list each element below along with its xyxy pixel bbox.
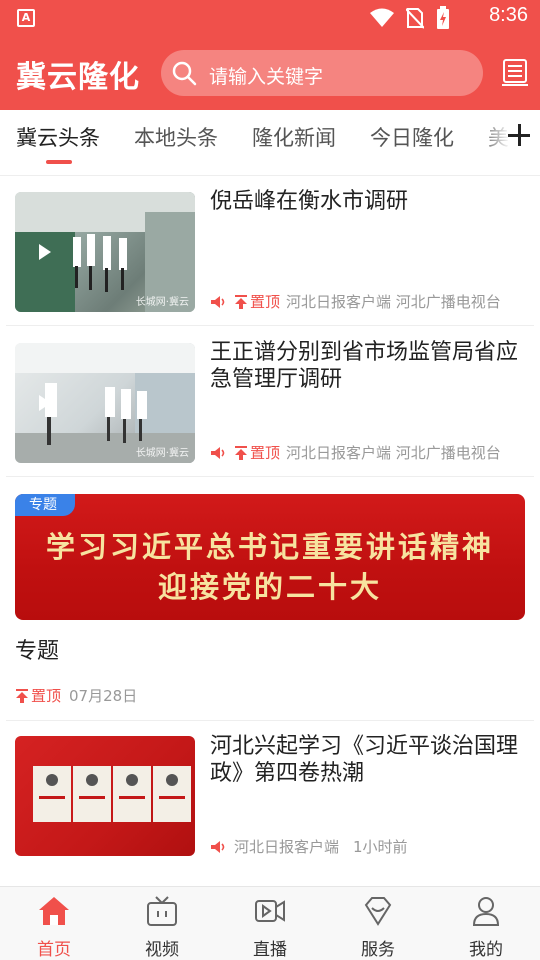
news-thumbnail: 长城网·冀云 — [15, 192, 195, 312]
tab-longhua-news[interactable]: 隆化新闻 — [252, 122, 336, 152]
play-icon — [39, 395, 51, 411]
pin-arrow-icon — [235, 445, 247, 460]
app-logo: 冀云隆化 — [16, 60, 140, 95]
play-icon — [39, 244, 51, 260]
topic-title[interactable]: 专题 — [15, 633, 59, 665]
news-meta: 置顶 河北日报客户端 河北广播电视台 — [210, 442, 501, 463]
nav-service[interactable]: 服务 — [324, 887, 432, 960]
nav-live[interactable]: 直播 — [216, 887, 324, 960]
news-meta: 置顶 河北日报客户端 河北广播电视台 — [210, 291, 501, 312]
search-placeholder: 请输入关键字 — [209, 66, 324, 88]
speaker-icon — [211, 840, 225, 853]
news-item[interactable]: 长城网·冀云 倪岳峰在衡水市调研 置顶 河北日报客户端 河北广播电视台 — [6, 176, 534, 326]
app-header: 冀云隆化 请输入关键字 — [0, 40, 540, 108]
thumbnail-scene — [33, 766, 191, 822]
news-thumbnail: 长城网·冀云 — [15, 343, 195, 463]
service-diamond-icon — [364, 897, 392, 926]
wifi-icon — [370, 8, 394, 27]
news-source: 河北日报客户端 — [234, 838, 340, 856]
status-bar: A 8:36 — [0, 0, 540, 36]
news-thumbnail — [15, 736, 195, 856]
speaker-icon — [211, 295, 225, 308]
watermark: 长城网·冀云 — [135, 297, 189, 308]
topic-banner[interactable]: 专题 学习习近平总书记重要讲话精神 迎接党的二十大 — [15, 494, 525, 620]
news-title: 王正谱分别到省市场监管局省应急管理厅调研 — [210, 340, 519, 392]
tab-jiyun-headlines[interactable]: 冀云头条 — [16, 122, 100, 152]
channel-tabs: 冀云头条 本地头条 隆化新闻 今日隆化 美 — [0, 110, 540, 176]
news-time: 1小时前 — [353, 838, 408, 856]
status-icons — [370, 6, 450, 30]
speaker-icon — [211, 446, 225, 459]
news-item[interactable]: 长城网·冀云 王正谱分别到省市场监管局省应急管理厅调研 置顶 河北日报客户端 河… — [6, 327, 534, 477]
clock: 8:36 — [489, 4, 528, 26]
pinned-badge: 置顶 — [234, 442, 280, 463]
pinned-badge: 置顶 — [15, 685, 61, 706]
topic-date: 07月28日 — [69, 687, 138, 705]
news-item[interactable]: 河北兴起学习《习近平谈治国理政》第四卷热潮 河北日报客户端 1小时前 — [6, 721, 534, 871]
search-input[interactable]: 请输入关键字 — [161, 50, 483, 96]
pinned-badge: 置顶 — [234, 291, 280, 312]
bottom-navigation: 首页 视频 直播 服务 我的 — [0, 886, 540, 960]
app-notification-icon: A — [17, 9, 35, 27]
add-channel-icon[interactable] — [506, 122, 532, 148]
tv-icon — [147, 896, 177, 926]
tab-local-headlines[interactable]: 本地头条 — [134, 122, 218, 152]
battery-charging-icon — [437, 6, 449, 29]
live-camera-icon — [255, 900, 285, 922]
home-icon — [39, 897, 69, 925]
no-sim-icon — [406, 8, 424, 29]
banner-line-2: 迎接党的二十大 — [157, 570, 382, 604]
nav-video[interactable]: 视频 — [108, 887, 216, 960]
news-source: 河北日报客户端 河北广播电视台 — [286, 444, 501, 462]
topic-badge: 专题 — [15, 494, 75, 516]
pin-arrow-icon — [235, 294, 247, 309]
search-icon — [172, 61, 197, 86]
watermark: 长城网·冀云 — [135, 448, 189, 459]
news-meta: 河北日报客户端 1小时前 — [210, 836, 408, 857]
news-title: 河北兴起学习《习近平谈治国理政》第四卷热潮 — [210, 734, 519, 786]
news-title: 倪岳峰在衡水市调研 — [210, 189, 409, 214]
banner-line-1: 学习习近平总书记重要讲话精神 — [45, 530, 494, 564]
pin-arrow-icon — [16, 688, 28, 703]
topic-meta: 置顶 07月28日 — [15, 685, 137, 706]
message-list-icon[interactable] — [502, 58, 528, 86]
active-tab-indicator — [46, 160, 72, 164]
profile-icon — [472, 897, 500, 926]
tab-today-longhua[interactable]: 今日隆化 — [370, 122, 454, 152]
news-source: 河北日报客户端 河北广播电视台 — [286, 293, 501, 311]
nav-home[interactable]: 首页 — [0, 887, 108, 960]
nav-profile[interactable]: 我的 — [432, 887, 540, 960]
